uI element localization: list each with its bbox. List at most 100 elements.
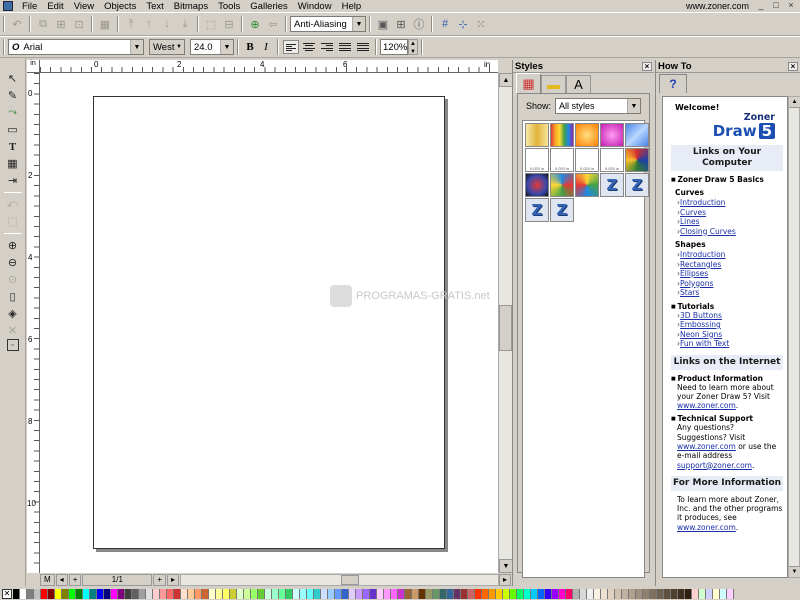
- ruler-horizontal[interactable]: 0 2 4 6 in: [40, 60, 498, 73]
- scroll-down-icon[interactable]: ▼: [789, 566, 800, 577]
- palette-color[interactable]: [650, 589, 657, 599]
- ungroup-icon[interactable]: ⊞: [53, 16, 69, 32]
- palette-color[interactable]: [475, 589, 482, 599]
- palette-color[interactable]: [300, 589, 307, 599]
- palette-color[interactable]: [454, 589, 461, 599]
- page-setup-icon[interactable]: ⊞: [393, 16, 409, 32]
- ruler-vertical[interactable]: 0 2 4 6 8 10: [27, 73, 40, 573]
- palette-color[interactable]: [83, 589, 90, 599]
- style-swatch[interactable]: 0.020 in: [575, 148, 599, 172]
- palette-color[interactable]: [321, 589, 328, 599]
- site-link[interactable]: www.zoner.com: [686, 1, 749, 11]
- minimize-button[interactable]: _: [755, 1, 767, 11]
- add-page-after-icon[interactable]: +: [153, 573, 167, 586]
- palette-color[interactable]: [174, 589, 181, 599]
- close-icon[interactable]: ×: [642, 61, 652, 71]
- palette-color[interactable]: [132, 589, 139, 599]
- ruler-corner[interactable]: in: [27, 60, 40, 73]
- layers-icon[interactable]: ▦: [97, 16, 113, 32]
- tutorial-link[interactable]: Neon Signs: [677, 330, 783, 340]
- style-swatch[interactable]: [550, 173, 574, 197]
- menu-help[interactable]: Help: [337, 1, 367, 12]
- close-button[interactable]: ×: [785, 1, 797, 11]
- palette-color[interactable]: [636, 589, 643, 599]
- font-size-select[interactable]: 24.0 ▼: [190, 39, 234, 55]
- tutorial-link[interactable]: Embossing: [677, 320, 783, 330]
- palette-color[interactable]: [538, 589, 545, 599]
- text-position-select[interactable]: West ▼: [149, 39, 185, 55]
- palette-color[interactable]: [601, 589, 608, 599]
- palette-color[interactable]: [699, 589, 706, 599]
- style-swatch[interactable]: Z: [525, 198, 549, 222]
- palette-color[interactable]: [678, 589, 685, 599]
- palette-color[interactable]: [13, 589, 20, 599]
- new-shape-icon[interactable]: ⊕: [247, 16, 263, 32]
- curve-tool-icon[interactable]: ⤳: [4, 104, 22, 121]
- palette-color[interactable]: [664, 589, 671, 599]
- palette-color[interactable]: [118, 589, 125, 599]
- palette-color[interactable]: [608, 589, 615, 599]
- align-force-icon[interactable]: [355, 40, 371, 54]
- palette-color[interactable]: [181, 589, 188, 599]
- palette-color[interactable]: [370, 589, 377, 599]
- palette-color[interactable]: [587, 589, 594, 599]
- palette-color[interactable]: [398, 589, 405, 599]
- palette-color[interactable]: [20, 589, 27, 599]
- palette-color[interactable]: [615, 589, 622, 599]
- align-right-icon[interactable]: [319, 40, 335, 54]
- palette-color[interactable]: [377, 589, 384, 599]
- to-front-icon[interactable]: ⤒: [123, 16, 139, 32]
- more-info-link[interactable]: www.zoner.com: [677, 523, 736, 532]
- palette-color[interactable]: [258, 589, 265, 599]
- style-swatch[interactable]: [625, 148, 649, 172]
- palette-color[interactable]: [433, 589, 440, 599]
- palette-color[interactable]: [209, 589, 216, 599]
- style-swatch[interactable]: [525, 173, 549, 197]
- palette-color[interactable]: [503, 589, 510, 599]
- palette-color[interactable]: [629, 589, 636, 599]
- style-swatch[interactable]: [625, 123, 649, 147]
- align-left-icon[interactable]: [283, 40, 299, 54]
- palette-color[interactable]: [237, 589, 244, 599]
- combine-icon[interactable]: ⊡: [71, 16, 87, 32]
- palette-color[interactable]: [363, 589, 370, 599]
- palette-color[interactable]: [349, 589, 356, 599]
- product-link[interactable]: www.zoner.com: [677, 401, 736, 410]
- palette-color[interactable]: [440, 589, 447, 599]
- style-swatch[interactable]: 0.020 in: [600, 148, 624, 172]
- text-tool-icon[interactable]: T: [4, 138, 22, 155]
- canvas-vertical-scrollbar[interactable]: ▲ ▼: [498, 73, 513, 573]
- palette-color[interactable]: [265, 589, 272, 599]
- palette-color[interactable]: [153, 589, 160, 599]
- style-swatch[interactable]: [550, 123, 574, 147]
- scroll-down-icon[interactable]: ▼: [499, 559, 513, 573]
- grid-icon[interactable]: #: [437, 16, 453, 32]
- palette-color[interactable]: [419, 589, 426, 599]
- menu-galleries[interactable]: Galleries: [245, 1, 293, 12]
- palette-color[interactable]: [531, 589, 538, 599]
- scroll-up-icon[interactable]: ▲: [789, 97, 800, 108]
- import-icon[interactable]: ⇥: [4, 172, 22, 189]
- palette-color[interactable]: [307, 589, 314, 599]
- palette-color[interactable]: [545, 589, 552, 599]
- add-page-icon[interactable]: +: [68, 573, 82, 586]
- table-tool-icon[interactable]: ▦: [4, 155, 22, 172]
- page-icon[interactable]: ▯: [4, 288, 22, 305]
- style-swatch[interactable]: Z: [625, 173, 649, 197]
- palette-color[interactable]: [69, 589, 76, 599]
- palette-color[interactable]: [482, 589, 489, 599]
- palette-color[interactable]: [139, 589, 146, 599]
- palette-color[interactable]: [314, 589, 321, 599]
- font-select[interactable]: O Arial ▼: [8, 39, 144, 55]
- zoom-in-icon[interactable]: ⊕: [4, 237, 22, 254]
- zoom-fit-icon[interactable]: ⊙: [4, 271, 22, 288]
- menu-tools[interactable]: Tools: [213, 1, 245, 12]
- palette-color[interactable]: [426, 589, 433, 599]
- forward-icon[interactable]: ↑: [141, 16, 157, 32]
- shapes-link[interactable]: Polygons: [677, 279, 783, 289]
- palette-color[interactable]: [594, 589, 601, 599]
- palette-color[interactable]: [286, 589, 293, 599]
- style-swatch[interactable]: Z: [550, 198, 574, 222]
- page-prev-icon[interactable]: ◂: [55, 573, 68, 586]
- palette-color[interactable]: [566, 589, 573, 599]
